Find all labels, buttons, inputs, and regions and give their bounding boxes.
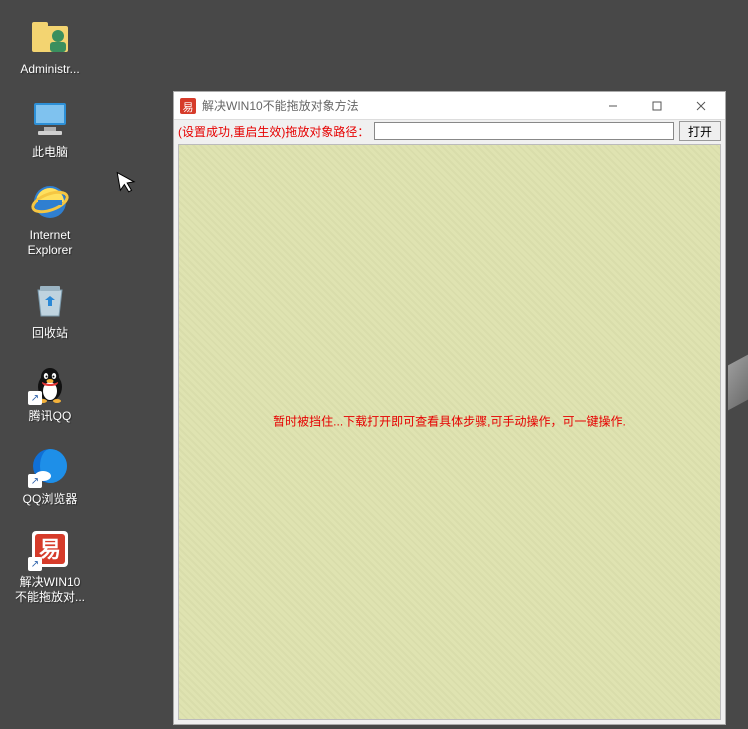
window-titlebar[interactable]: 易 解决WIN10不能拖放对象方法 bbox=[174, 92, 725, 120]
open-button-label: 打开 bbox=[688, 123, 712, 140]
app-window: 易 解决WIN10不能拖放对象方法 (设置成功,重启生效)拖放对象路径： 打 bbox=[173, 91, 726, 725]
maximize-button[interactable] bbox=[635, 93, 679, 119]
desktop-icon-label: 腾讯QQ bbox=[10, 409, 90, 424]
svg-text:易: 易 bbox=[39, 537, 61, 562]
window-buttons bbox=[591, 93, 723, 119]
toolbar-note: (设置成功,重启生效)拖放对象路径： bbox=[178, 123, 369, 140]
mouse-cursor bbox=[116, 169, 138, 196]
path-input[interactable] bbox=[374, 122, 674, 140]
ie-icon bbox=[28, 180, 72, 224]
e-language-icon: 易 bbox=[180, 98, 196, 114]
window-title: 解决WIN10不能拖放对象方法 bbox=[202, 97, 591, 114]
desktop-icon-this-pc[interactable]: 此电脑 bbox=[10, 93, 90, 164]
open-button[interactable]: 打开 bbox=[679, 121, 721, 141]
close-button[interactable] bbox=[679, 93, 723, 119]
qqbrowser-icon: ↗ bbox=[28, 444, 72, 488]
pc-icon bbox=[28, 97, 72, 141]
shortcut-arrow-icon: ↗ bbox=[28, 557, 42, 571]
blocked-message: 暂时被挡住...下载打开即可查看具体步骤,可手动操作，可一键操作. bbox=[206, 412, 693, 429]
desktop-icon-administrator[interactable]: Administr... bbox=[10, 10, 90, 81]
recycle-bin-icon bbox=[28, 278, 72, 322]
desktop-icon-column: Administr... 此电脑 bbox=[0, 0, 100, 621]
desktop-icon-label: 此电脑 bbox=[10, 145, 90, 160]
desktop-icon-label: Internet Explorer bbox=[10, 228, 90, 258]
desktop: Administr... 此电脑 bbox=[0, 0, 748, 729]
desktop-icon-ie[interactable]: Internet Explorer bbox=[10, 176, 90, 262]
desktop-icon-label: 解决WIN10 不能拖放对... bbox=[10, 575, 90, 605]
desktop-icon-recycle-bin[interactable]: 回收站 bbox=[10, 274, 90, 345]
desktop-icon-qqbrowser[interactable]: ↗ QQ浏览器 bbox=[10, 440, 90, 511]
desktop-icon-win10-fix[interactable]: 易 ↗ 解决WIN10 不能拖放对... bbox=[10, 523, 90, 609]
svg-text:易: 易 bbox=[183, 101, 194, 114]
desktop-icon-qq[interactable]: ↗ 腾讯QQ bbox=[10, 357, 90, 428]
minimize-button[interactable] bbox=[591, 93, 635, 119]
background-decor bbox=[728, 355, 748, 411]
desktop-icon-label: QQ浏览器 bbox=[10, 492, 90, 507]
qq-penguin-icon: ↗ bbox=[28, 361, 72, 405]
window-toolbar: (设置成功,重启生效)拖放对象路径： 打开 bbox=[174, 120, 725, 142]
desktop-icon-label: 回收站 bbox=[10, 326, 90, 341]
shortcut-arrow-icon: ↗ bbox=[28, 474, 42, 488]
user-folder-icon bbox=[28, 14, 72, 58]
desktop-icon-label: Administr... bbox=[10, 62, 90, 77]
shortcut-arrow-icon: ↗ bbox=[28, 391, 42, 405]
content-area[interactable]: 暂时被挡住...下载打开即可查看具体步骤,可手动操作，可一键操作. bbox=[178, 144, 721, 720]
e-language-icon: 易 ↗ bbox=[28, 527, 72, 571]
